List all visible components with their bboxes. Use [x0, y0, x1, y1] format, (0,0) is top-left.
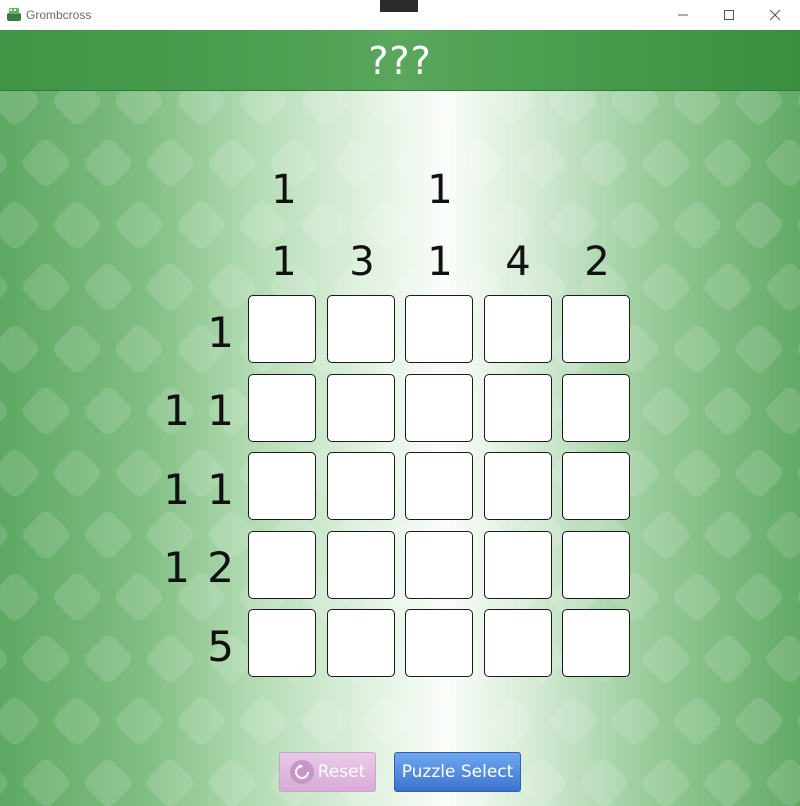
- grid-cell[interactable]: [405, 295, 473, 363]
- reset-icon: [289, 760, 314, 784]
- column-clue-3-bottom: 1: [427, 239, 453, 285]
- grid-cell[interactable]: [562, 295, 630, 363]
- grid-cell[interactable]: [327, 531, 395, 599]
- diamond-pattern: [0, 91, 800, 806]
- column-clue-4: 4: [505, 239, 531, 285]
- close-icon: [769, 9, 781, 21]
- grid-cell[interactable]: [484, 295, 552, 363]
- grid-cell[interactable]: [484, 531, 552, 599]
- grid-cell[interactable]: [405, 452, 473, 520]
- grid-cell[interactable]: [248, 374, 316, 442]
- grid-cell[interactable]: [327, 295, 395, 363]
- window-title: Grombcross: [26, 8, 92, 22]
- reset-button[interactable]: Reset: [279, 752, 376, 792]
- puzzle-select-button[interactable]: Puzzle Select: [394, 752, 521, 792]
- puzzle-title: ???: [368, 39, 432, 83]
- grid-cell[interactable]: [327, 609, 395, 677]
- minimize-button[interactable]: [660, 0, 706, 30]
- grid-cell[interactable]: [248, 609, 316, 677]
- grid-cell[interactable]: [484, 374, 552, 442]
- grombcross-app-icon: [7, 8, 21, 21]
- grid-cell[interactable]: [484, 609, 552, 677]
- window-notch: [380, 0, 418, 12]
- column-clue-1-bottom: 1: [271, 239, 297, 285]
- column-clue-3-top: 1: [427, 167, 453, 213]
- grid-cell[interactable]: [248, 531, 316, 599]
- row-clue-5: 5: [207, 622, 236, 671]
- puzzle-header: ???: [0, 30, 800, 91]
- grid-cell[interactable]: [327, 452, 395, 520]
- grid-cell[interactable]: [248, 452, 316, 520]
- grid-cell[interactable]: [484, 452, 552, 520]
- puzzle-select-label: Puzzle Select: [401, 762, 514, 782]
- board-background: [0, 91, 800, 806]
- window-titlebar: Grombcross: [0, 0, 800, 31]
- grid-cell[interactable]: [405, 531, 473, 599]
- row-clue-3: 1 1: [163, 465, 236, 514]
- row-clue-4: 1 2: [163, 543, 236, 592]
- maximize-icon: [724, 10, 734, 20]
- column-clue-5: 2: [584, 239, 610, 285]
- close-button[interactable]: [752, 0, 798, 30]
- grid-cell[interactable]: [405, 374, 473, 442]
- grid-cell[interactable]: [327, 374, 395, 442]
- minimize-icon: [678, 14, 688, 16]
- reset-label: Reset: [317, 762, 366, 782]
- row-clue-2: 1 1: [163, 386, 236, 435]
- grid-cell[interactable]: [562, 609, 630, 677]
- row-clue-1: 1: [207, 308, 236, 357]
- grid-cell[interactable]: [562, 531, 630, 599]
- grid-cell[interactable]: [562, 452, 630, 520]
- maximize-button[interactable]: [706, 0, 752, 30]
- column-clue-2: 3: [349, 239, 375, 285]
- column-clue-1-top: 1: [271, 167, 297, 213]
- grid-cell[interactable]: [405, 609, 473, 677]
- grid-cell[interactable]: [562, 374, 630, 442]
- grid-cell[interactable]: [248, 295, 316, 363]
